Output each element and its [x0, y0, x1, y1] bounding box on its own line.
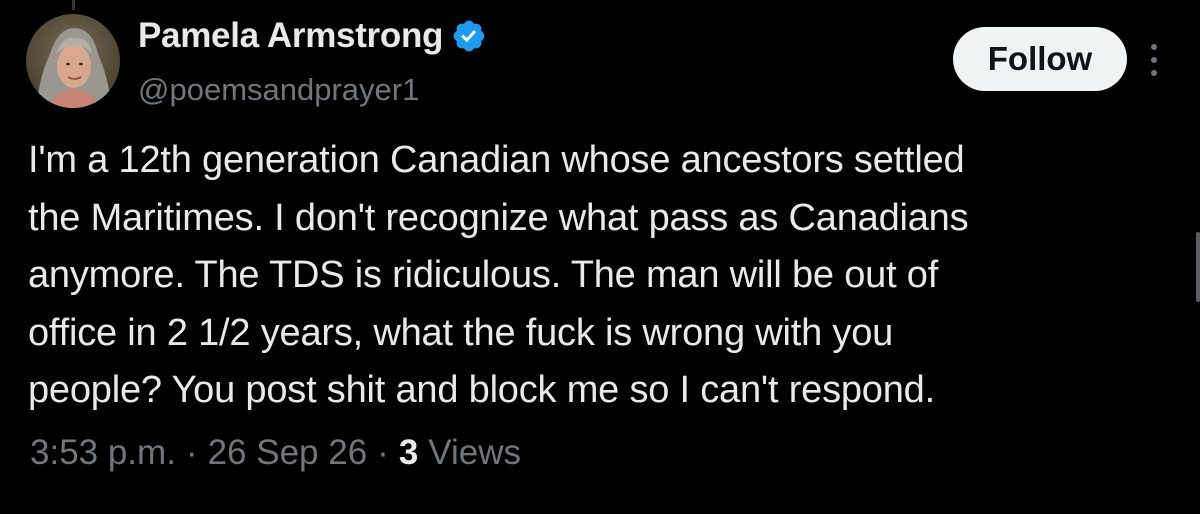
verified-badge-icon[interactable] — [451, 18, 487, 54]
meta-separator: · — [377, 433, 389, 472]
post-meta: 3:53 p.m. · 26 Sep 26 · 3 Views — [30, 428, 521, 478]
follow-button[interactable]: Follow — [953, 27, 1127, 91]
author-display-name[interactable]: Pamela Armstrong — [138, 16, 443, 56]
more-vertical-icon[interactable] — [1142, 40, 1166, 80]
post-text: I'm a 12th generation Canadian whose anc… — [28, 139, 969, 411]
views-count[interactable]: 3 — [399, 433, 418, 473]
more-dot — [1151, 70, 1157, 76]
more-dot — [1151, 57, 1157, 63]
more-dot — [1151, 44, 1157, 50]
scrollbar-thumb[interactable] — [1196, 232, 1200, 302]
post-date[interactable]: 26 Sep 26 — [208, 433, 368, 473]
avatar-image — [26, 14, 120, 108]
views-label[interactable]: Views — [428, 433, 521, 473]
avatar[interactable] — [26, 14, 120, 108]
thread-connector-line — [72, 0, 75, 10]
meta-separator: · — [185, 433, 198, 472]
author-handle[interactable]: @poemsandprayer1 — [138, 72, 419, 108]
post-time[interactable]: 3:53 p.m. — [30, 433, 176, 473]
author-name-row: Pamela Armstrong — [138, 14, 487, 58]
